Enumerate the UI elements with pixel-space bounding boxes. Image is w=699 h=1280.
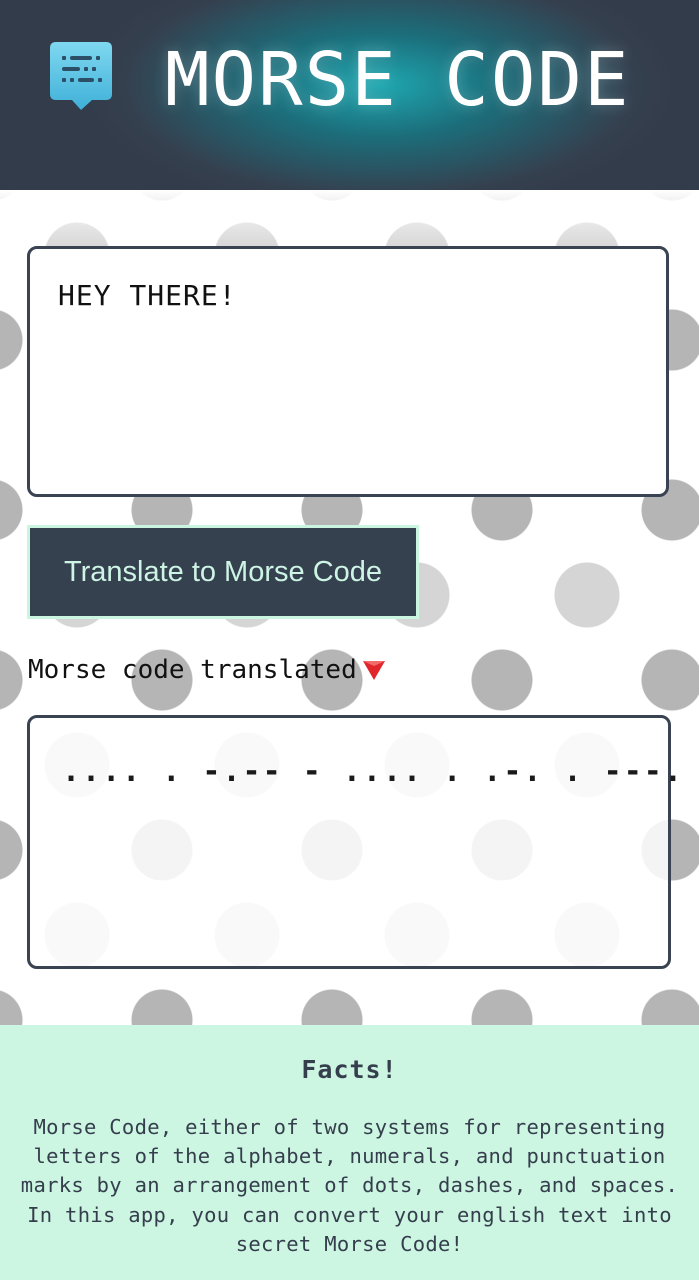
facts-line: In this app, you can convert your englis… xyxy=(27,1202,672,1227)
app-title: MORSE CODE xyxy=(165,37,631,123)
facts-line: secret Morse Code! xyxy=(235,1231,464,1256)
morse-output-value: .... . -.-- - .... . .-. . ---. xyxy=(62,754,684,789)
background-fade xyxy=(0,190,699,250)
text-input-value: HEY THERE! xyxy=(58,279,237,312)
facts-line: Morse Code, either of two systems for re… xyxy=(33,1115,666,1139)
facts-title: Facts! xyxy=(301,1055,398,1084)
facts-line: marks by an arrangement of dots, dashes,… xyxy=(20,1173,679,1198)
facts-line: letters of the alphabet, numerals, and p… xyxy=(33,1144,666,1169)
result-heading: Morse code translated xyxy=(28,655,387,685)
text-input-area[interactable]: HEY THERE! xyxy=(27,246,669,497)
morse-output-area[interactable]: .... . -.-- - .... . .-. . ---. xyxy=(27,715,682,969)
translate-button[interactable]: Translate to Morse Code xyxy=(27,525,419,619)
app-header: MORSE CODE xyxy=(0,0,699,190)
facts-body: Morse Code, either of two systems for re… xyxy=(0,1113,699,1259)
translate-button-label: Translate to Morse Code xyxy=(63,555,383,588)
chat-bubble-morse-icon xyxy=(50,42,112,110)
result-heading-label: Morse code translated xyxy=(28,655,357,685)
facts-panel: Facts! Morse Code, either of two systems… xyxy=(0,1025,699,1280)
red-down-triangle-icon xyxy=(362,661,385,680)
